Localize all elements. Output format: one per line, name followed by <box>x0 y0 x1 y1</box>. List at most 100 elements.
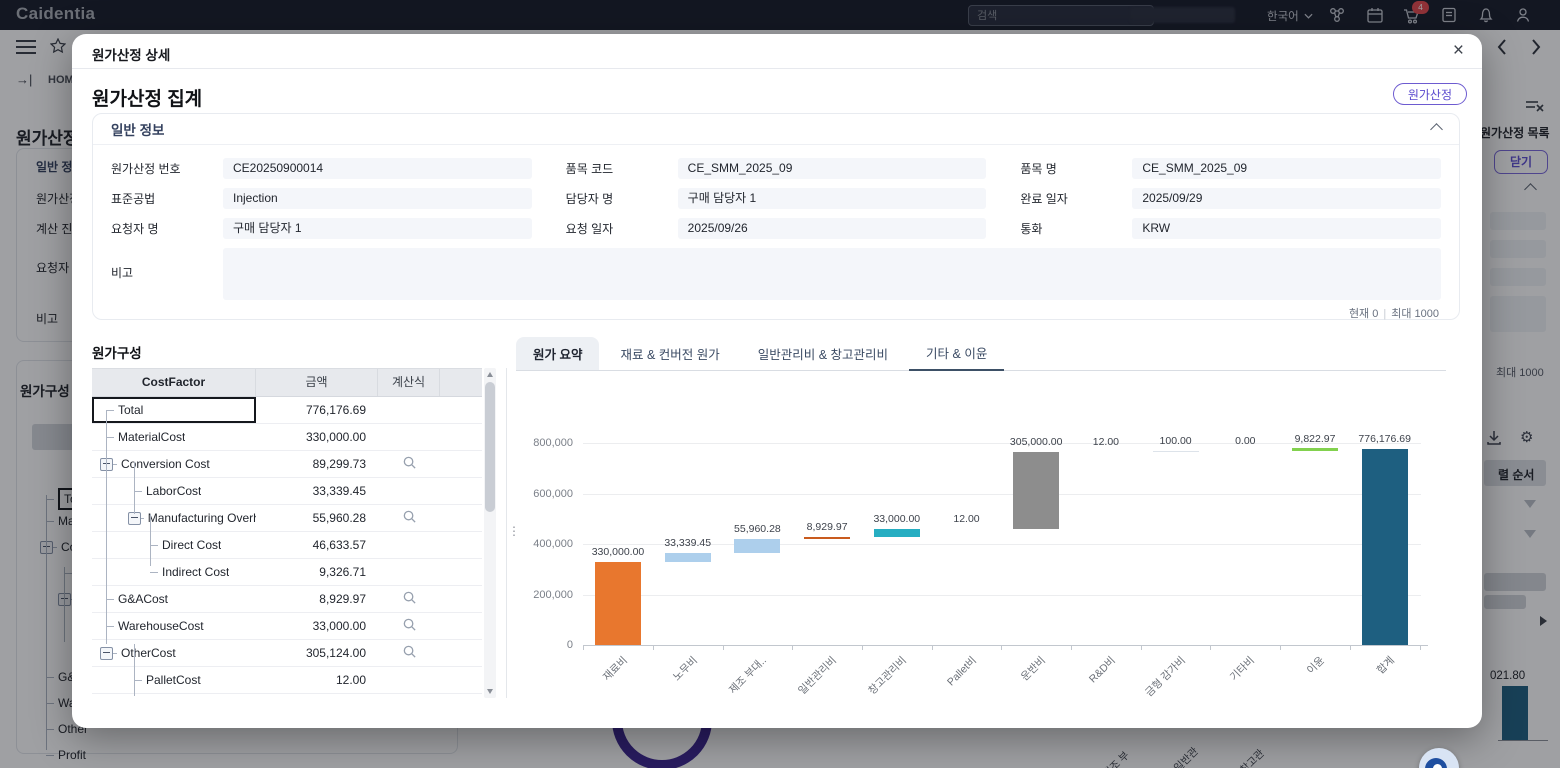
chart-bar-1 <box>595 562 641 645</box>
general-info-field: 품목 코드CE_SMM_2025_09 <box>566 158 987 179</box>
chart-tabs: 원가 요약재료 & 컨버전 원가일반관리비 & 창고관리비기타 & 이윤 <box>516 340 1446 371</box>
formula-search-icon[interactable] <box>378 455 440 473</box>
field-value[interactable]: CE_SMM_2025_09 <box>1132 158 1441 179</box>
tree-cell[interactable]: Indirect Cost <box>92 559 256 585</box>
amount-cell: 330,000.00 <box>256 430 378 444</box>
tree-cell[interactable]: MaterialCost <box>92 424 256 450</box>
note-textarea[interactable] <box>223 248 1441 300</box>
x-axis-label: 일반관리비 <box>765 653 839 727</box>
tree-cell[interactable]: Total <box>92 397 256 423</box>
tree-collapse-icon[interactable] <box>100 647 113 660</box>
table-row[interactable]: G&ACost8,929.97 <box>92 586 482 613</box>
tree-cell[interactable]: WarehouseCost <box>92 613 256 639</box>
table-row[interactable]: WarehouseCost33,000.00 <box>92 613 482 640</box>
tree-node-label: PalletCost <box>146 673 201 687</box>
note-row: 비고 <box>111 248 1441 300</box>
general-info-field: 요청자 명구매 담당자 1 <box>111 218 532 239</box>
table-row[interactable]: PalletCost12.00 <box>92 667 482 694</box>
formula-search-icon[interactable] <box>378 617 440 635</box>
field-value[interactable]: 2025/09/29 <box>1132 188 1441 209</box>
tree-cell[interactable]: Conversion Cost <box>92 451 256 477</box>
general-info-field: 요청 일자2025/09/26 <box>566 218 987 239</box>
tree-cell[interactable]: TransportationCost <box>92 694 256 698</box>
scroll-up-button[interactable] <box>484 368 496 380</box>
field-label: 완료 일자 <box>1020 190 1132 207</box>
amount-cell: 776,176.69 <box>256 403 378 417</box>
gridline <box>583 595 1421 596</box>
chart-bar-9 <box>1153 451 1199 452</box>
tree-node-label: Direct Cost <box>162 538 221 552</box>
tree-node-label: Indirect Cost <box>162 565 229 579</box>
tree-guide-line <box>106 410 107 644</box>
tree-node-label: Manufacturing OverheadCost <box>148 511 256 525</box>
collapse-section-icon[interactable] <box>1430 123 1443 136</box>
x-axis-label: 창고관리비 <box>835 653 909 727</box>
modal-title: 원가산정 상세 <box>92 44 170 64</box>
table-row[interactable]: TransportationCost305,000.00 <box>92 694 482 698</box>
tab-1[interactable]: 원가 요약 <box>516 337 599 370</box>
field-label: 원가산정 번호 <box>111 160 223 177</box>
tab-4[interactable]: 기타 & 이윤 <box>909 336 1004 371</box>
field-value[interactable]: CE20250900014 <box>223 158 532 179</box>
tree-cell[interactable]: OtherCost <box>92 640 256 666</box>
tab-2[interactable]: 재료 & 컨버전 원가 <box>603 337 736 370</box>
tree-guide-line <box>134 462 135 514</box>
x-axis-label: 재료비 <box>556 653 630 727</box>
close-icon[interactable]: × <box>1453 40 1464 62</box>
field-value[interactable]: 구매 담당자 1 <box>678 188 987 209</box>
y-axis-tick-label: 200,000 <box>518 589 573 601</box>
formula-search-icon[interactable] <box>378 590 440 608</box>
cost-estimate-button[interactable]: 원가산정 <box>1393 83 1467 105</box>
col-costfactor[interactable]: CostFactor <box>92 369 256 396</box>
formula-search-icon[interactable] <box>378 644 440 662</box>
formula-search-icon[interactable] <box>378 509 440 527</box>
col-amount[interactable]: 금액 <box>256 369 378 396</box>
y-axis-tick-label: 800,000 <box>518 437 573 449</box>
pane-splitter[interactable] <box>506 368 513 698</box>
table-scrollbar[interactable] <box>484 368 496 698</box>
field-label: 담당자 명 <box>566 190 678 207</box>
x-axis-tick <box>1001 645 1002 650</box>
table-row[interactable]: LaborCost33,339.45 <box>92 478 482 505</box>
field-value[interactable]: CE_SMM_2025_09 <box>678 158 987 179</box>
table-row[interactable]: Total776,176.69 <box>92 397 482 424</box>
field-label: 품목 코드 <box>566 160 678 177</box>
tree-cell[interactable]: PalletCost <box>92 667 256 693</box>
field-value[interactable]: KRW <box>1132 218 1441 239</box>
general-info-row: 표준공법Injection담당자 명구매 담당자 1완료 일자2025/09/2… <box>111 188 1441 209</box>
x-axis-label: Pallet비 <box>905 653 979 727</box>
tab-3[interactable]: 일반관리비 & 창고관리비 <box>741 337 905 370</box>
tree-node-label: LaborCost <box>146 484 201 498</box>
bar-value-label: 12.00 <box>912 513 1022 525</box>
cost-structure-table: CostFactor 금액 계산식 Total776,176.69Materia… <box>92 368 482 698</box>
col-extra <box>440 369 482 396</box>
gridline <box>583 494 1421 495</box>
table-body: Total776,176.69MaterialCost330,000.00Con… <box>92 397 482 698</box>
tree-node-label: G&ACost <box>118 592 168 606</box>
col-formula[interactable]: 계산식 <box>378 369 440 396</box>
table-row[interactable]: MaterialCost330,000.00 <box>92 424 482 451</box>
tree-cell[interactable]: Direct Cost <box>92 532 256 558</box>
tree-cell[interactable]: LaborCost <box>92 478 256 504</box>
scroll-down-button[interactable] <box>484 686 496 698</box>
char-counter: 현재 0|최대 1000 <box>111 300 1441 321</box>
field-value[interactable]: Injection <box>223 188 532 209</box>
x-axis-label: 노무비 <box>626 653 700 727</box>
field-value[interactable]: 2025/09/26 <box>678 218 987 239</box>
scrollbar-thumb[interactable] <box>485 382 495 512</box>
general-info-field: 담당자 명구매 담당자 1 <box>566 188 987 209</box>
field-label: 품목 명 <box>1020 160 1132 177</box>
general-info-header: 일반 정보 <box>93 114 1459 145</box>
tree-cell[interactable]: G&ACost <box>92 586 256 612</box>
tree-cell[interactable]: Manufacturing OverheadCost <box>92 505 256 531</box>
tree-node-label: WarehouseCost <box>118 619 204 633</box>
general-info-field: 품목 명CE_SMM_2025_09 <box>1020 158 1441 179</box>
general-info-field: 통화KRW <box>1020 218 1441 239</box>
cost-structure-title: 원가구성 <box>92 342 142 362</box>
field-value[interactable]: 구매 담당자 1 <box>223 218 532 239</box>
x-axis-tick <box>792 645 793 650</box>
table-row[interactable]: Conversion Cost89,299.73 <box>92 451 482 478</box>
x-axis-tick <box>1350 645 1351 650</box>
table-row[interactable]: OtherCost305,124.00 <box>92 640 482 667</box>
x-axis-tick <box>932 645 933 650</box>
